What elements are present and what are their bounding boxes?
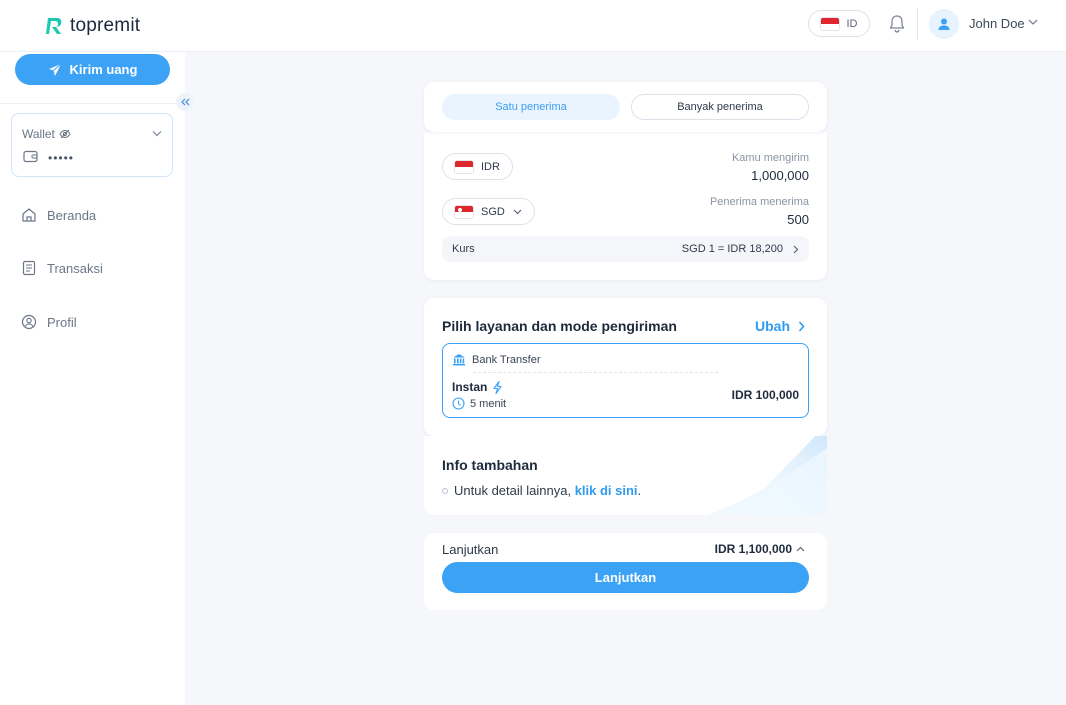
- send-money-label: Kirim uang: [69, 62, 138, 77]
- sidebar-item-profil[interactable]: Profil: [21, 314, 77, 330]
- info-suffix: .: [637, 483, 642, 498]
- wallet-header: Wallet: [22, 127, 71, 141]
- indonesia-flag-icon: [455, 160, 473, 173]
- document-icon: [22, 260, 36, 276]
- tab-multiple-recipients[interactable]: Banyak penerima: [631, 94, 809, 120]
- wallet-balance-masked: •••••: [48, 151, 75, 165]
- continue-button[interactable]: Lanjutkan: [442, 562, 809, 593]
- service-divider: [473, 372, 718, 373]
- selected-service-option[interactable]: Bank Transfer Instan 5 menit IDR 100,000: [442, 343, 809, 418]
- change-service-link[interactable]: Ubah: [755, 318, 805, 334]
- sidebar-item-beranda[interactable]: Beranda: [21, 207, 96, 223]
- language-selector[interactable]: ID: [808, 10, 870, 37]
- receive-amount-label: Penerima menerima: [709, 196, 809, 208]
- service-method-label: Bank Transfer: [472, 353, 541, 366]
- user-name[interactable]: John Doe: [969, 16, 1025, 31]
- sidebar-item-label: Beranda: [47, 207, 97, 223]
- tab-single-recipient[interactable]: Satu penerima: [442, 94, 620, 120]
- bank-icon: [453, 354, 465, 366]
- receive-currency-code: SGD: [481, 205, 505, 218]
- info-detail: Untuk detail lainnya, klik di sini.: [442, 483, 641, 498]
- header-divider: [917, 8, 918, 40]
- logo[interactable]: topremit: [46, 15, 140, 37]
- top-header: topremit ID John Doe: [0, 0, 1066, 52]
- chevron-down-icon: [513, 209, 522, 214]
- user-circle-icon: [21, 314, 37, 330]
- change-label: Ubah: [755, 318, 790, 334]
- wallet-label: Wallet: [22, 127, 55, 141]
- paper-plane-icon: [48, 63, 61, 76]
- sidebar: Kirim uang Wallet ••••• Beranda Transaks…: [0, 52, 194, 705]
- service-mode-label: Instan: [452, 380, 488, 394]
- info-card: Info tambahan Untuk detail lainnya, klik…: [424, 436, 827, 515]
- send-currency-selector[interactable]: IDR: [442, 153, 513, 180]
- service-duration: 5 menit: [452, 397, 506, 410]
- info-text: Untuk detail lainnya,: [454, 483, 575, 498]
- rate-value-wrap: SGD 1 = IDR 18,200: [682, 243, 799, 255]
- info-title: Info tambahan: [442, 457, 538, 473]
- total-amount: IDR 1,100,000: [714, 542, 792, 556]
- chevron-right-icon: [798, 320, 805, 332]
- amount-card: IDR Kamu mengirim 1,000,000 SGD Penerima…: [424, 132, 827, 280]
- bullet-icon: [442, 487, 448, 494]
- eye-off-icon[interactable]: [59, 129, 71, 139]
- sidebar-item-label: Transaksi: [47, 260, 103, 276]
- collapse-sidebar-button[interactable]: [176, 93, 194, 111]
- wallet-icon: [23, 150, 38, 163]
- service-title: Pilih layanan dan mode pengiriman: [442, 318, 677, 334]
- recipient-tabs-card: Satu penerima Banyak penerima: [424, 82, 827, 132]
- receive-currency-selector[interactable]: SGD: [442, 198, 535, 225]
- language-code: ID: [846, 17, 858, 30]
- double-chevron-left-icon: [181, 98, 190, 106]
- total-amount-toggle[interactable]: IDR 1,100,000: [715, 542, 805, 556]
- chevron-down-icon[interactable]: [152, 130, 162, 137]
- rate-value: SGD 1 = IDR 18,200: [681, 243, 783, 255]
- service-card: Pilih layanan dan mode pengiriman Ubah B…: [424, 298, 827, 436]
- topremit-logo-icon: [46, 18, 62, 34]
- avatar[interactable]: [929, 9, 959, 39]
- sidebar-item-transaksi[interactable]: Transaksi: [21, 260, 103, 276]
- service-method: Bank Transfer: [452, 353, 540, 366]
- chevron-down-icon[interactable]: [1028, 18, 1038, 26]
- user-icon: [938, 18, 950, 30]
- sidebar-item-label: Profil: [47, 314, 77, 330]
- continue-label: Lanjutkan: [442, 542, 499, 557]
- clock-icon: [452, 397, 465, 410]
- chevron-up-icon: [796, 546, 805, 552]
- decorative-wave: [707, 436, 827, 515]
- service-fee: IDR 100,000: [731, 388, 799, 402]
- chevron-right-icon: [793, 245, 799, 253]
- service-duration-label: 5 menit: [470, 397, 507, 410]
- bell-icon[interactable]: [888, 14, 906, 34]
- rate-label: Kurs: [452, 243, 475, 255]
- continue-card: Lanjutkan IDR 1,100,000 Lanjutkan: [424, 533, 827, 610]
- home-icon: [22, 208, 36, 222]
- wallet-card[interactable]: Wallet •••••: [11, 113, 173, 177]
- receive-amount-input[interactable]: 500: [787, 212, 809, 227]
- send-currency-code: IDR: [481, 160, 500, 173]
- lightning-icon: [493, 380, 502, 394]
- exchange-rate-row[interactable]: Kurs SGD 1 = IDR 18,200: [442, 236, 809, 262]
- send-money-button[interactable]: Kirim uang: [15, 54, 170, 85]
- service-mode: Instan: [452, 380, 502, 394]
- indonesia-flag-icon: [820, 17, 839, 30]
- sidebar-divider: [0, 103, 185, 104]
- logo-text: topremit: [70, 15, 141, 36]
- info-text-wrap: Untuk detail lainnya, klik di sini.: [454, 483, 641, 498]
- singapore-flag-icon: [455, 205, 473, 218]
- info-link[interactable]: klik di sini: [575, 483, 638, 498]
- send-amount-input[interactable]: 1,000,000: [751, 168, 809, 183]
- send-amount-label: Kamu mengirim: [731, 152, 809, 164]
